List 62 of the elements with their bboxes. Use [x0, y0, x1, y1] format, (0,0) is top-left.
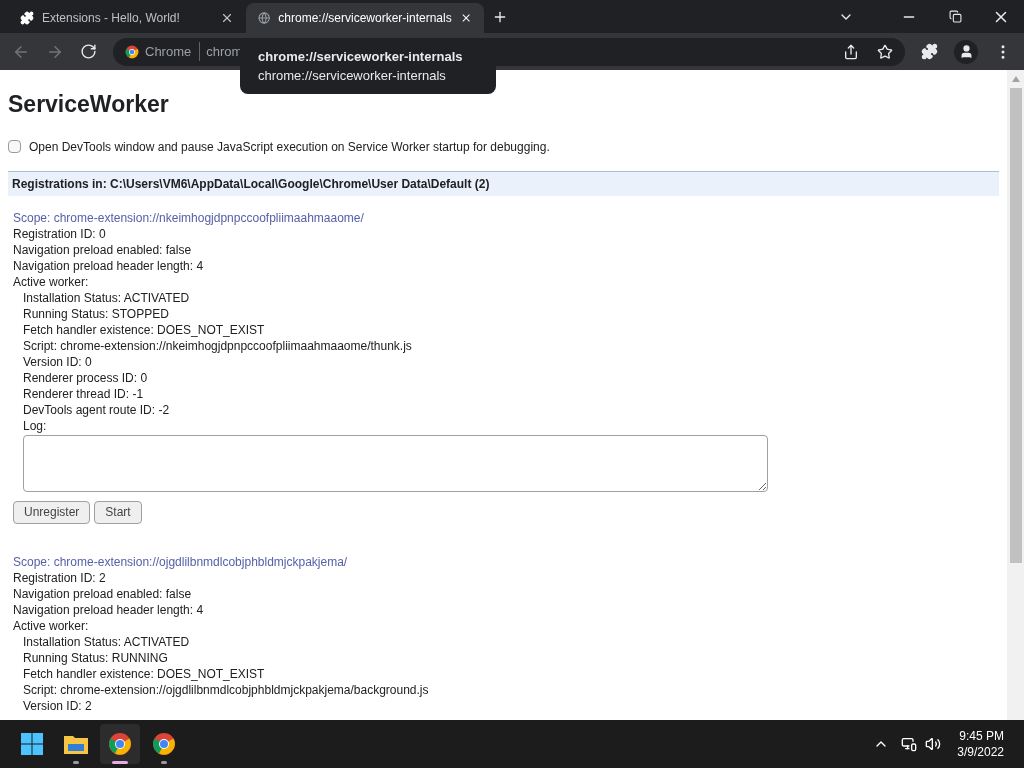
- volume-icon[interactable]: [925, 736, 942, 752]
- chrome-logo-icon: [152, 732, 176, 756]
- worker-detail-text: DevTools agent route ID: -2: [23, 401, 171, 418]
- scrollbar[interactable]: [1007, 70, 1024, 720]
- globe-icon: [258, 11, 271, 25]
- worker-detail-text: Renderer process ID: 0: [23, 369, 149, 386]
- worker-detail-text: Running Status: RUNNING: [23, 649, 169, 666]
- checkbox[interactable]: [8, 140, 21, 153]
- browser-tab[interactable]: chrome://serviceworker-internals: [246, 3, 484, 33]
- close-icon[interactable]: [220, 11, 234, 25]
- tab-title: Extensions - Hello, World!: [42, 10, 181, 27]
- worker-detail-text: Renderer thread ID: -1: [23, 385, 145, 402]
- action-button[interactable]: Start: [94, 500, 142, 524]
- running-indicator: [73, 761, 79, 764]
- detail-text: Navigation preload header length: 4: [13, 257, 205, 274]
- browser-tab[interactable]: Extensions - Hello, World!: [8, 3, 246, 33]
- detail-text: Registration ID: 2: [13, 569, 107, 586]
- worker-detail-text: Installation Status: ACTIVATED: [23, 289, 191, 306]
- log-field[interactable]: [23, 434, 768, 492]
- detail-text: Active worker:: [13, 617, 90, 634]
- action-button[interactable]: Unregister: [13, 500, 91, 524]
- scope-link[interactable]: Scope: chrome-extension://nkeimhogjdpnpccoofpliimaahmaaome/: [13, 209, 994, 226]
- site-chip: Chrome: [145, 41, 201, 62]
- log-label: Log:: [23, 417, 48, 434]
- worker-detail-text: Installation Status: ACTIVATED: [23, 633, 191, 650]
- bookmark-star-icon[interactable]: [877, 43, 893, 60]
- tooltip-title: chrome://serviceworker-internals: [258, 47, 464, 66]
- running-indicator: [161, 761, 167, 764]
- profile-avatar[interactable]: [954, 39, 978, 64]
- new-tab-icon[interactable]: [492, 9, 508, 25]
- clock-time[interactable]: 9:45 PM: [959, 728, 1004, 744]
- checkbox-label: Open DevTools window and pause JavaScript execution on Service Worker startup for debugging.: [29, 138, 550, 156]
- worker-detail-text: Fetch handler existence: DOES_NOT_EXIST: [23, 665, 266, 682]
- tooltip-url: chrome://serviceworker-internals: [258, 67, 447, 85]
- clock-date[interactable]: 3/9/2022: [957, 744, 1004, 760]
- chrome-icon: [125, 44, 139, 59]
- detail-text: Active worker:: [13, 273, 90, 290]
- reload-icon[interactable]: [80, 43, 97, 60]
- folder-icon: [63, 733, 89, 755]
- running-indicator: [112, 761, 128, 764]
- puzzle-icon: [20, 11, 34, 25]
- taskbar-app[interactable]: [100, 724, 140, 764]
- worker-detail-text: Version ID: 0: [23, 353, 93, 370]
- detail-text: Navigation preload enabled: false: [13, 585, 193, 602]
- worker-detail-text: Fetch handler existence: DOES_NOT_EXIST: [23, 321, 266, 338]
- chrome-logo-icon: [108, 732, 132, 756]
- scope-link[interactable]: Scope: chrome-extension://ojgdlilbnmdlcobjphbldmjckpakjema/: [13, 553, 994, 570]
- worker-detail-text: Running Status: STOPPED: [23, 305, 170, 322]
- worker-detail-text: Script: chrome-extension://ojgdlilbnmdlcobjphbldmjckpakjema/background.js: [23, 681, 430, 698]
- extensions-icon[interactable]: [921, 43, 938, 60]
- share-icon[interactable]: [843, 43, 859, 60]
- worker-detail-text: Script: chrome-extension://nkeimhogjdpnpccoofpliimaahmaaome/thunk.js: [23, 337, 413, 354]
- restore-icon[interactable]: [948, 10, 962, 23]
- worker-detail-text: Version ID: 2: [23, 697, 93, 714]
- registrations-header: Registrations in: C:\Users\VM6\AppData\Local\Google\Chrome\User Data\Default (2): [8, 170, 999, 196]
- windows-logo-icon: [20, 732, 44, 756]
- network-icon[interactable]: [901, 736, 918, 752]
- page-title: ServiceWorker: [8, 90, 170, 119]
- detail-text: Navigation preload header length: 4: [13, 601, 205, 618]
- tab-title: chrome://serviceworker-internals: [278, 10, 452, 27]
- detail-text: Registration ID: 0: [13, 225, 107, 242]
- detail-text: Navigation preload enabled: false: [13, 241, 193, 258]
